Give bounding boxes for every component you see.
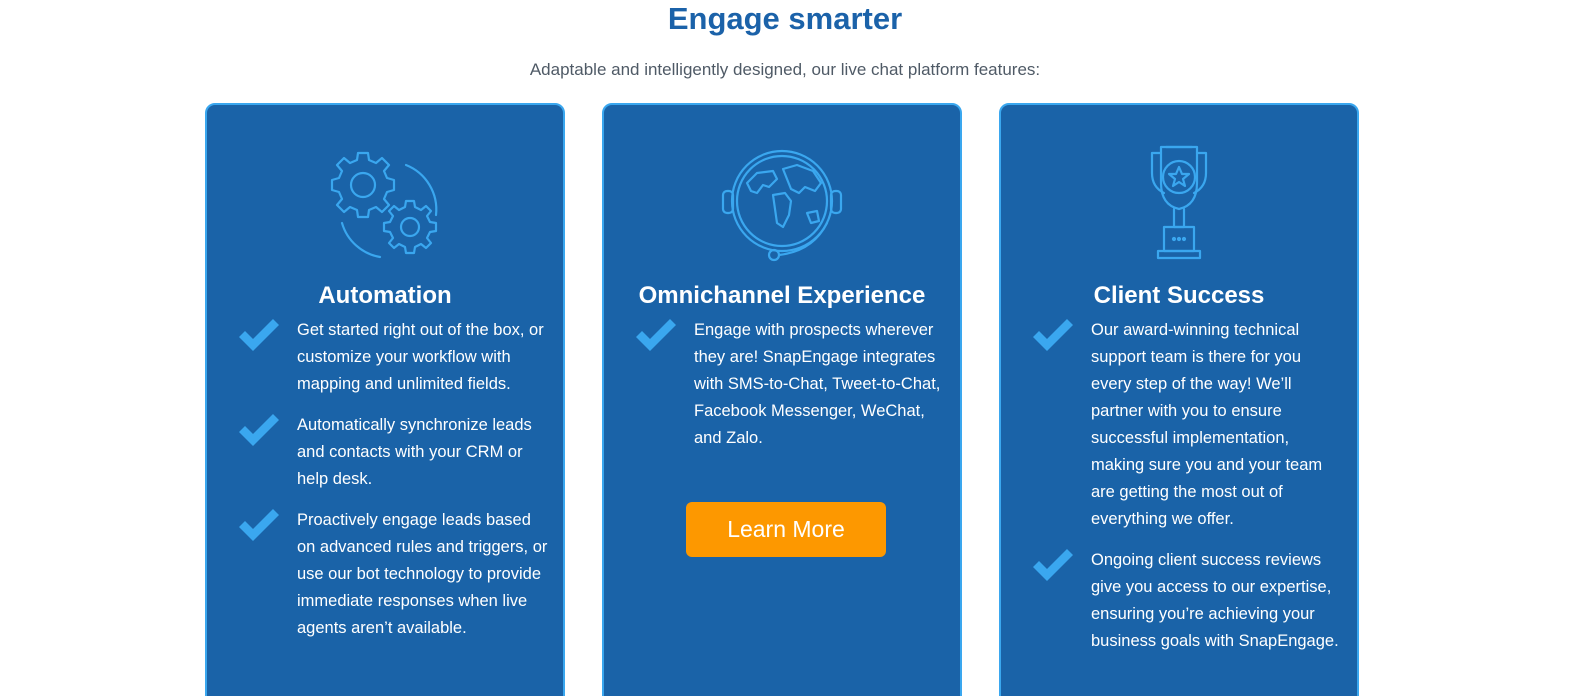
feature-text: Proactively engage leads based on advanc… xyxy=(297,511,548,637)
section-heading: Engage smarter xyxy=(667,1,903,36)
feature-item: Get started right out of the box, or cus… xyxy=(235,317,549,398)
section-subheading: Adaptable and intelligently designed, ou… xyxy=(529,60,1041,79)
engage-smarter-section: Engage smarter Adaptable and intelligent… xyxy=(0,0,1582,696)
checkmark-icon xyxy=(1033,549,1073,581)
feature-item: Our award-winning technical support team… xyxy=(1029,317,1343,533)
feature-card-client-success: Client Success Our award-winning technic… xyxy=(999,103,1359,696)
feature-text: Ongoing client success reviews give you … xyxy=(1091,551,1339,650)
card-title: Automation xyxy=(318,282,452,309)
feature-text: Automatically synchronize leads and cont… xyxy=(297,416,532,488)
gears-icon xyxy=(330,151,438,259)
card-title: Client Success xyxy=(1093,282,1265,309)
feature-card-omnichannel: Omnichannel Experience Engage with prosp… xyxy=(602,103,962,696)
feature-list: Engage with prospects wherever they are!… xyxy=(632,317,946,466)
checkmark-icon xyxy=(1033,319,1073,351)
globe-headset-icon xyxy=(721,149,843,262)
card-title: Omnichannel Experience xyxy=(638,282,926,309)
learn-more-button[interactable]: Learn More xyxy=(686,502,886,557)
feature-item: Engage with prospects wherever they are!… xyxy=(632,317,946,452)
feature-item: Ongoing client success reviews give you … xyxy=(1029,547,1343,655)
feature-list: Our award-winning technical support team… xyxy=(1029,317,1343,669)
checkmark-icon xyxy=(239,509,279,541)
trophy-icon xyxy=(1150,145,1208,260)
feature-card-automation: Automation Get started right out of the … xyxy=(205,103,565,696)
feature-text: Our award-winning technical support team… xyxy=(1091,321,1323,528)
checkmark-icon xyxy=(239,319,279,351)
feature-item: Automatically synchronize leads and cont… xyxy=(235,412,549,493)
checkmark-icon xyxy=(636,319,676,351)
feature-text: Engage with prospects wherever they are!… xyxy=(694,321,941,447)
feature-item: Proactively engage leads based on advanc… xyxy=(235,507,549,642)
checkmark-icon xyxy=(239,414,279,446)
feature-list: Get started right out of the box, or cus… xyxy=(235,317,549,656)
feature-text: Get started right out of the box, or cus… xyxy=(297,321,544,393)
